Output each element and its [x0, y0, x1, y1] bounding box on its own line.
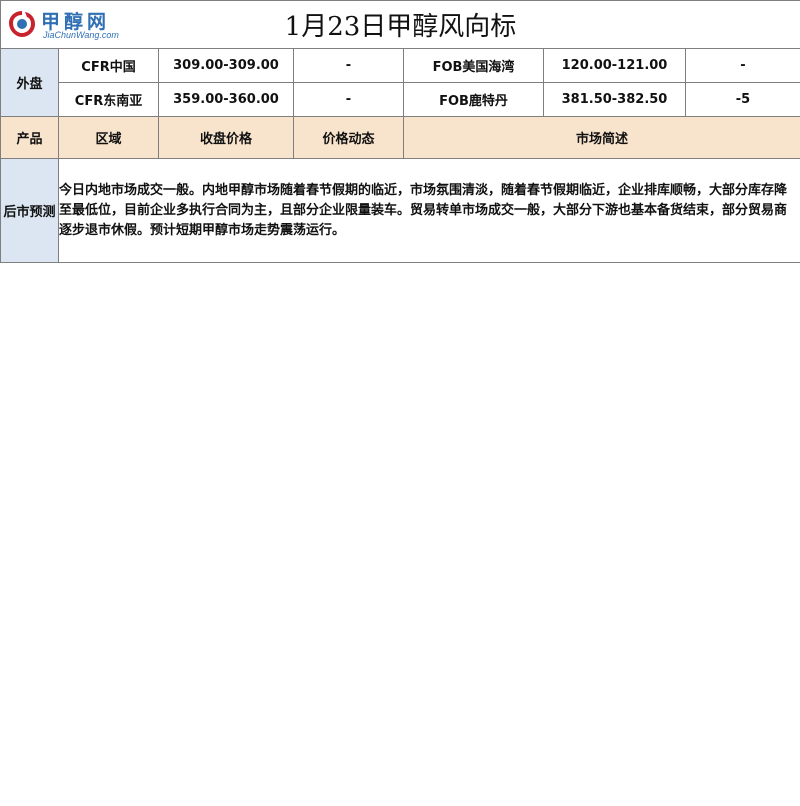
forecast-label: 后市预测 [0, 158, 59, 263]
header-change: 价格动态 [293, 116, 404, 159]
external-b-price: 120.00-121.00 [543, 48, 686, 83]
spreadsheet: 甲醇网 JiaChunWang.com 1月23日甲醇风向标 外盘 CFR中国 … [0, 0, 800, 806]
external-row-1: 外盘 CFR中国 309.00-309.00 - FOB美国海湾 120.00-… [0, 48, 800, 117]
external-b-name: FOB美国海湾 [403, 48, 544, 83]
external-b-name: FOB鹿特丹 [403, 82, 544, 117]
external-b-price: 381.50-382.50 [543, 82, 686, 117]
header-region: 区域 [58, 116, 159, 159]
external-a-price: 359.00-360.00 [158, 82, 294, 117]
header-price: 收盘价格 [158, 116, 294, 159]
external-label: 外盘 [0, 48, 59, 117]
external-a-name: CFR中国 [58, 48, 159, 83]
title-row: 甲醇网 JiaChunWang.com 1月23日甲醇风向标 [0, 0, 800, 49]
logo-icon [9, 11, 35, 37]
external-a-change: - [293, 82, 404, 117]
forecast-text: 今日内地市场成交一般。内地甲醇市场随着春节假期的临近，市场氛围清淡，随着春节假期… [58, 158, 800, 263]
forecast-row: 后市预测 今日内地市场成交一般。内地甲醇市场随着春节假期的临近，市场氛围清淡，随… [0, 158, 800, 263]
external-a-change: - [293, 48, 404, 83]
methanol-indicator-table: 甲醇网 JiaChunWang.com 1月23日甲醇风向标 外盘 CFR中国 … [0, 0, 800, 263]
header-product: 产品 [0, 116, 59, 159]
page-title: 1月23日甲醇风向标 [284, 12, 517, 42]
external-row-2: CFR东南亚 359.00-360.00 - FOB鹿特丹 381.50-382… [1, 82, 800, 117]
external-b-change: -5 [685, 82, 800, 117]
external-a-name: CFR东南亚 [58, 82, 159, 117]
title-cell: 甲醇网 JiaChunWang.com 1月23日甲醇风向标 [0, 0, 800, 49]
logo-en-text: JiaChunWang.com [43, 30, 119, 40]
external-b-change: - [685, 48, 800, 83]
external-a-price: 309.00-309.00 [158, 48, 294, 83]
header-desc: 市场简述 [403, 116, 800, 159]
logo: 甲醇网 JiaChunWang.com [5, 5, 125, 47]
header-row: 产品 区域 收盘价格 价格动态 市场简述 [0, 116, 800, 159]
